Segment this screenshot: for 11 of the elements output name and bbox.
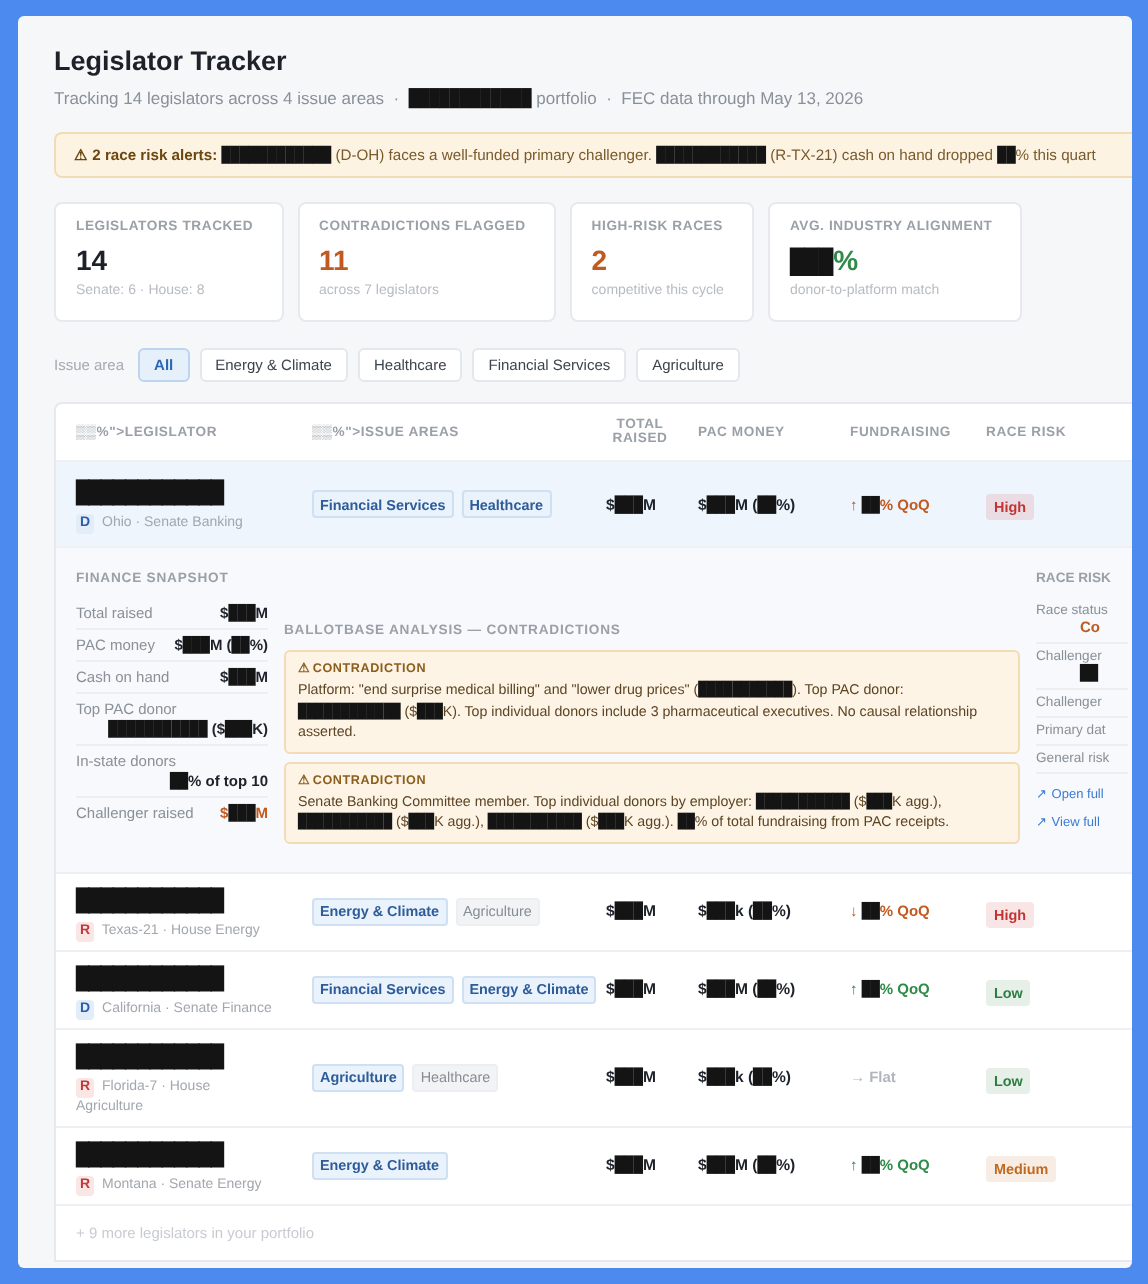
redacted-name: ████████████ xyxy=(76,482,223,506)
page-title: Legislator Tracker xyxy=(54,46,289,76)
page-subtitle: Tracking 14 legislators across 4 issue areas · ████████████ portfolio · FEC data through May 13, 2026 xyxy=(54,88,866,110)
redacted-name: ████████████ xyxy=(76,889,223,913)
stat-value: 14 xyxy=(76,244,110,276)
stat-value: 2 xyxy=(591,244,610,276)
redacted-name: ████████████ xyxy=(76,1143,223,1167)
redacted-name: ████████████ xyxy=(76,1045,223,1069)
redacted-name: ████████████ xyxy=(76,967,223,991)
stat-value: ███% xyxy=(789,244,861,276)
stat-value: 11 xyxy=(319,244,351,276)
